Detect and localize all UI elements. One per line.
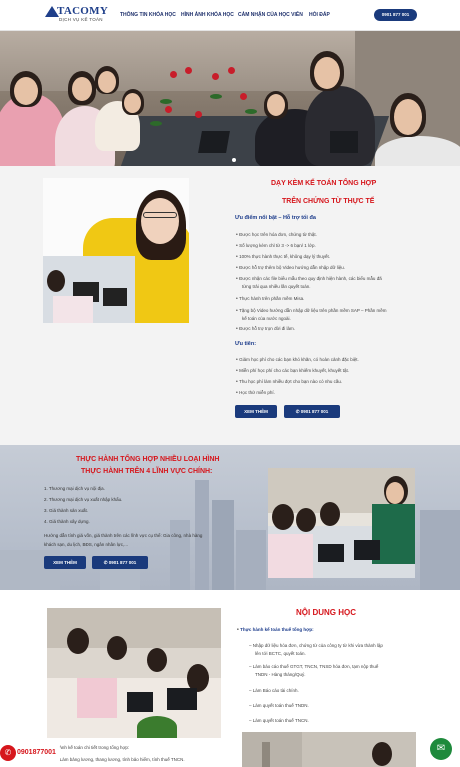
incentive-item: Thu học phí làm nhiều đợt cho bạn nào có… — [236, 379, 342, 385]
content-line: – Làm quyết toán thuế TNCN. — [249, 718, 309, 723]
call-button[interactable]: ✆ 0901 877 001 — [284, 405, 340, 418]
chat-icon[interactable]: ✉ — [430, 738, 452, 760]
group-class-photo — [268, 468, 415, 578]
nav-item-testimonials[interactable]: CẢM NHẬN CỦA HỌC VIÊN — [238, 12, 303, 18]
practice-area-item: 4. Giá thành xây dựng. — [44, 519, 90, 524]
rose-flower — [170, 71, 177, 78]
content-line-cont: lên tới BCTC, quyết toán. — [255, 651, 306, 656]
incentive-item: Học thử miễn phí. — [236, 390, 275, 396]
practice-note-line2: khách sạn, du lịch, BĐS, ngân nhân lực,.… — [44, 542, 129, 547]
view-more-button[interactable]: XEM THÊM — [44, 556, 86, 569]
section2-title-line1: THỰC HÀNH TỔNG HỢP NHIỀU LOẠI HÌNH — [76, 456, 220, 463]
content-line: – Làm báo cáo thuế GTGT, TNCN, TNSD hóa … — [249, 664, 379, 669]
section1-title-line1: DẠY KÈM KẾ TOÁN TỔNG HỢP — [271, 180, 377, 187]
classroom-photo — [47, 608, 221, 738]
advantage-item: Được học trên hóa đơn, chứng từ thật. — [236, 232, 317, 238]
logo-name: TACOMY — [57, 5, 109, 17]
content-line-cont: TNDN - Hàng tháng/Quý. — [255, 672, 306, 677]
content-heading: Thực hành kế toán thuế tổng hợp: — [237, 627, 313, 633]
practice-area-item: 2. Thương mại dịch vụ xuất nhập khẩu. — [44, 497, 123, 502]
nav-item-faq[interactable]: HỎI ĐÁP — [309, 12, 330, 18]
face — [141, 198, 179, 244]
hero-laptop — [198, 131, 230, 153]
practice-area-item: 3. Giá thành sản xuất. — [44, 508, 89, 513]
call-button[interactable]: ✆ 0901 877 001 — [92, 556, 148, 569]
content-line: – Làm quyết toán thuế TNDN. — [249, 703, 309, 708]
content-line: – Làm Báo cáo tài chính. — [249, 688, 299, 693]
section1-title-line2: TRÊN CHỨNG TỪ THỰC TẾ — [282, 198, 375, 205]
practice-note-line1: Hướng dẫn tính giá vốn, giá thành trên c… — [44, 533, 203, 538]
incentives-heading: Ưu tiên: — [235, 341, 257, 347]
content-line: – Làm bảng lương, thang lương, tính bảo … — [56, 757, 185, 762]
site-header: TACOMY DỊCH VỤ KẾ TOÁN THÔNG TIN KHÓA HỌ… — [0, 0, 460, 31]
header-phone-button[interactable]: 0901 877 001 — [374, 9, 417, 21]
advantages-heading: Ưu điểm nổi bật – Hỗ trợ tối đa — [235, 215, 316, 221]
nav-item-course-images[interactable]: HÌNH ẢNH KHÓA HỌC — [181, 12, 234, 18]
phone-icon: ✆ — [0, 745, 16, 761]
nav-item-course-info[interactable]: THÔNG TIN KHÓA HỌC — [120, 12, 176, 18]
classroom-photo-2 — [242, 732, 416, 767]
section2-title-line2: THỰC HÀNH TRÊN 4 LĨNH VỰC CHÍNH: — [81, 468, 213, 475]
advantage-item-cont: kế toán của nước ngoài. — [242, 316, 291, 321]
logo-tagline: DỊCH VỤ KẾ TOÁN — [59, 17, 103, 22]
call-button-label: 0901 877 001 — [300, 409, 329, 414]
advantage-item: Thực hành trên phần mềm Misa. — [236, 296, 304, 302]
incentive-item: Giảm học phí cho các bạn khó khăn, có ho… — [236, 357, 359, 363]
slider-dot-active[interactable] — [232, 158, 236, 162]
instructor-photo — [43, 178, 189, 323]
incentive-item: Miễn phí học phí cho các bạn khiếm khuyế… — [236, 368, 349, 374]
floating-phone-number: 0901877001 — [17, 749, 56, 756]
advantage-item: Được nhận các file biểu mẫu theo quy địn… — [236, 276, 382, 282]
advantage-item: Số lượng kèm chỉ từ 3 -> 6 bạn/ 1 lớp. — [236, 243, 316, 249]
glasses-icon — [143, 212, 177, 218]
advantage-item: Được hỗ trợ trọn đời đi làm. — [236, 326, 295, 332]
section3-title: NỘI DUNG HỌC — [296, 608, 356, 617]
advantage-item: Tặng bộ Video hướng dẫn nhập dữ liệu trê… — [236, 308, 386, 314]
logo[interactable]: TACOMY DỊCH VỤ KẾ TOÁN — [45, 4, 109, 26]
hero-banner-photo — [0, 31, 460, 166]
hero-person — [305, 86, 375, 166]
content-line: – Nhập dữ liệu hóa đơn, chứng từ của côn… — [249, 643, 383, 648]
advantage-item: 100% thực hành thực tế, không dạy lý thu… — [236, 254, 330, 260]
advantage-item-cont: từng trải qua nhiều lần quyết toán. — [242, 284, 311, 289]
floating-call-button[interactable]: ✆ 0901877001 — [0, 744, 62, 762]
hero-laptop — [330, 131, 358, 153]
advantage-item: Được hỗ trợ thêm bộ Video hướng dẫn nhập… — [236, 265, 345, 271]
practice-area-item: 1. Thương mại dịch vụ nội địa. — [44, 486, 105, 491]
view-more-button[interactable]: XEM THÊM — [235, 405, 277, 418]
call-button-label: 0901 877 001 — [108, 560, 137, 565]
